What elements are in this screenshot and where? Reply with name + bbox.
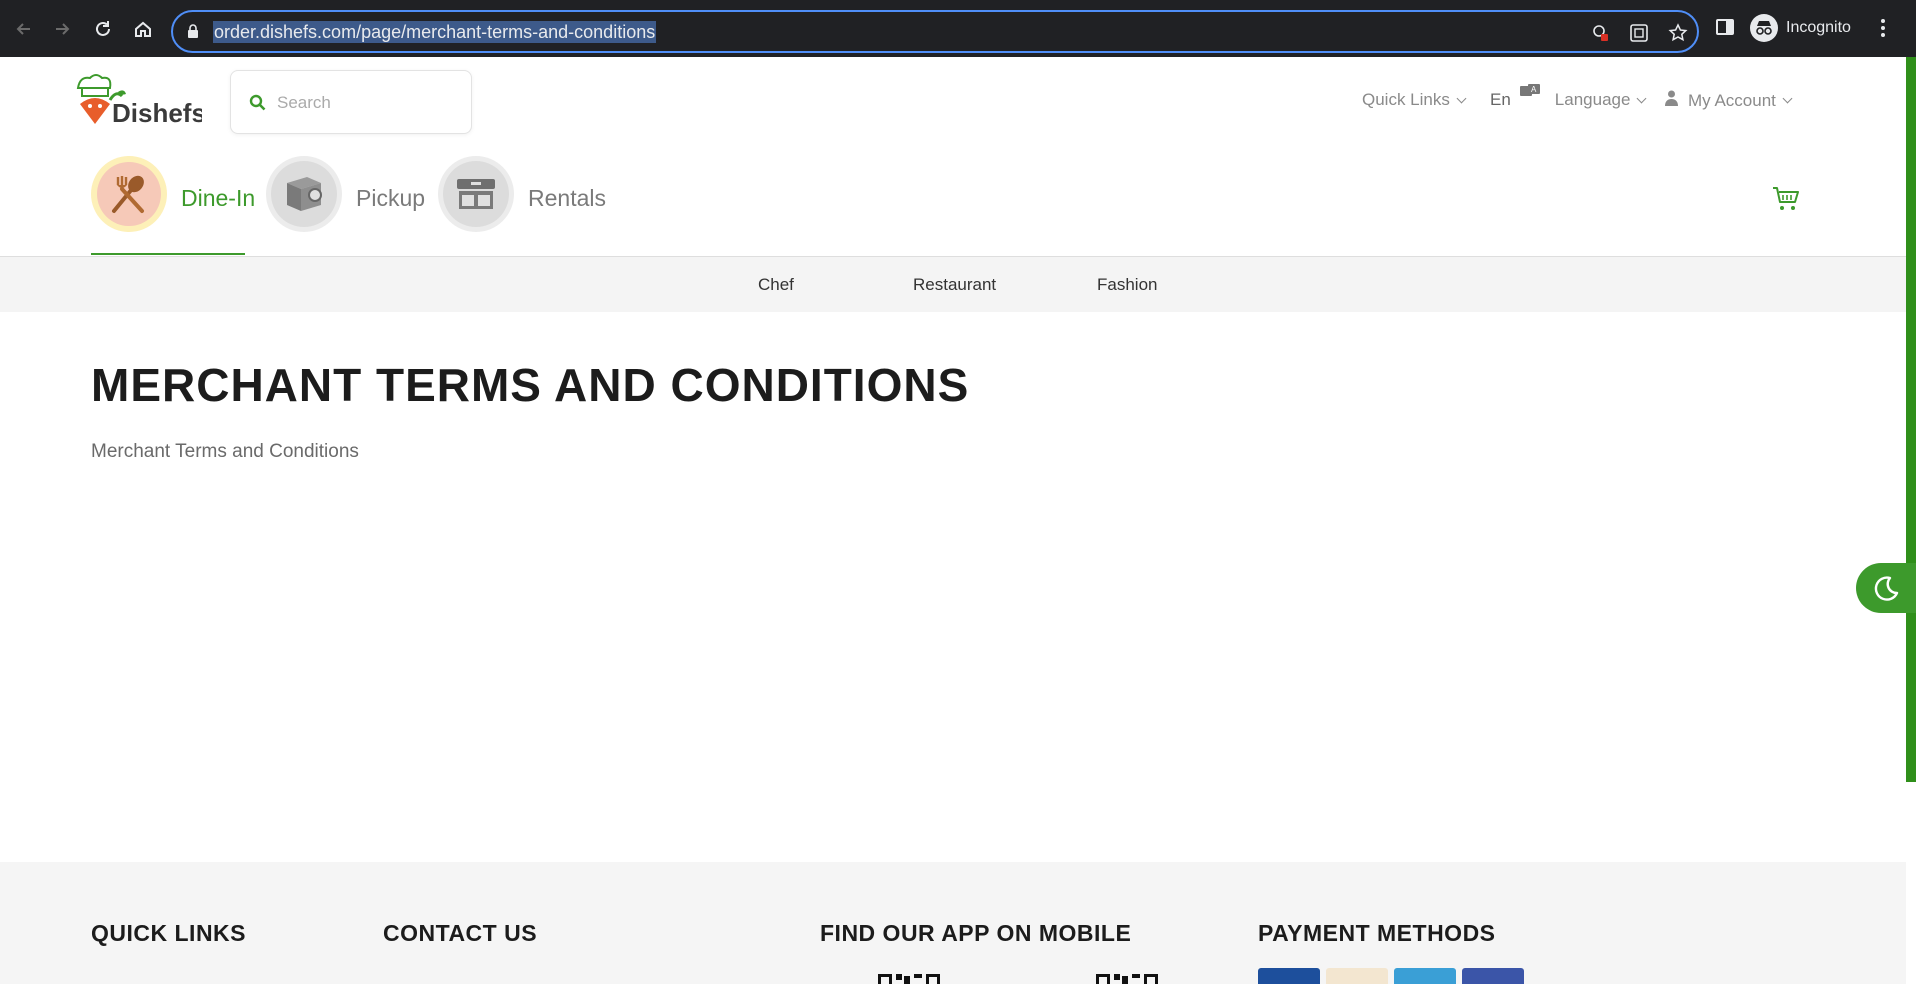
- dark-mode-toggle[interactable]: [1856, 563, 1916, 613]
- qr-code-android[interactable]: [878, 968, 952, 984]
- footer-quick-links-heading: QUICK LINKS: [91, 920, 246, 946]
- quick-links-label: Quick Links: [1362, 90, 1450, 109]
- tracking-blocked-icon[interactable]: [1589, 22, 1611, 44]
- search-input[interactable]: [277, 89, 457, 117]
- logo-text: Dishefs: [112, 98, 202, 128]
- cart-icon: [1773, 187, 1799, 210]
- reload-icon: [96, 21, 110, 36]
- footer-payment-heading: PAYMENT METHODS: [1258, 920, 1496, 946]
- footer-app-heading: FIND OUR APP ON MOBILE: [820, 920, 1132, 946]
- my-account-label: My Account: [1688, 90, 1776, 110]
- home-button[interactable]: [129, 15, 157, 43]
- language-menu[interactable]: En A Language: [1490, 83, 1647, 110]
- browser-menu-icon[interactable]: [1880, 18, 1886, 43]
- browser-toolbar: order.dishefs.com/page/merchant-terms-an…: [0, 0, 1916, 57]
- incognito-label: Incognito: [1786, 19, 1851, 36]
- package-icon: [287, 177, 322, 211]
- category-fashion[interactable]: Fashion: [1097, 275, 1157, 295]
- address-bar[interactable]: order.dishefs.com/page/merchant-terms-an…: [171, 10, 1699, 53]
- incognito-profile[interactable]: Incognito: [1750, 14, 1851, 42]
- search-box[interactable]: [230, 70, 472, 134]
- language-label: Language: [1554, 90, 1631, 109]
- service-label: Rentals: [528, 185, 606, 211]
- payment-card-icon: [1394, 968, 1456, 984]
- forward-button[interactable]: [48, 15, 76, 43]
- rentals-badge: [438, 156, 514, 232]
- category-bar: Chef Restaurant Fashion: [0, 257, 1906, 312]
- page-body-text: Merchant Terms and Conditions: [91, 441, 359, 462]
- chevron-down-icon: [1456, 93, 1467, 103]
- lock-icon[interactable]: [187, 24, 199, 43]
- search-icon: [249, 94, 266, 116]
- language-code: En: [1490, 90, 1511, 109]
- dishefs-logo[interactable]: Dishefs: [74, 70, 206, 134]
- service-label: Pickup: [356, 185, 426, 211]
- footer: QUICK LINKS CONTACT US FIND OUR APP ON M…: [0, 862, 1906, 984]
- user-icon: [1665, 90, 1678, 111]
- page-scrollbar[interactable]: [1906, 57, 1916, 782]
- side-panel-icon[interactable]: [1715, 17, 1735, 42]
- service-tab-dine-in[interactable]: Dine-In: [91, 156, 255, 256]
- arrow-right-icon: [56, 23, 70, 35]
- footer-contact-heading: CONTACT US: [383, 920, 538, 946]
- back-button[interactable]: [10, 15, 38, 43]
- svg-text:A: A: [1531, 85, 1537, 94]
- payment-card-icon: [1326, 968, 1388, 984]
- cart-button[interactable]: [1772, 186, 1800, 217]
- page-title: MERCHANT TERMS AND CONDITIONS: [91, 359, 970, 411]
- bookmark-star-icon[interactable]: [1667, 22, 1689, 44]
- quick-links-menu[interactable]: Quick Links: [1362, 90, 1467, 110]
- active-tab-indicator: [91, 253, 245, 255]
- service-tab-rentals[interactable]: Rentals: [438, 156, 606, 256]
- chevron-down-icon: [1782, 93, 1793, 104]
- home-icon: [135, 21, 151, 37]
- service-tab-pickup[interactable]: Pickup: [266, 156, 425, 256]
- translate-page-icon[interactable]: [1628, 22, 1650, 44]
- payment-card-icon: [1462, 968, 1524, 984]
- fork-spoon-icon: [112, 175, 144, 213]
- my-account-menu[interactable]: My Account: [1665, 90, 1793, 111]
- pickup-badge: [266, 156, 342, 232]
- payment-card-icon: [1258, 968, 1320, 984]
- arrow-left-icon: [16, 23, 30, 35]
- category-chef[interactable]: Chef: [758, 275, 794, 295]
- translate-icon: A: [1519, 83, 1541, 107]
- qr-code-ios[interactable]: [1096, 968, 1170, 984]
- moon-icon: [1874, 576, 1899, 601]
- service-label: Dine-In: [181, 185, 256, 211]
- storefront-icon: [457, 179, 495, 209]
- url-text[interactable]: order.dishefs.com/page/merchant-terms-an…: [213, 21, 657, 43]
- dine-in-badge: [91, 156, 167, 232]
- incognito-icon: [1750, 14, 1778, 42]
- reload-button[interactable]: [89, 15, 117, 43]
- category-restaurant[interactable]: Restaurant: [913, 275, 996, 295]
- chevron-down-icon: [1636, 93, 1647, 103]
